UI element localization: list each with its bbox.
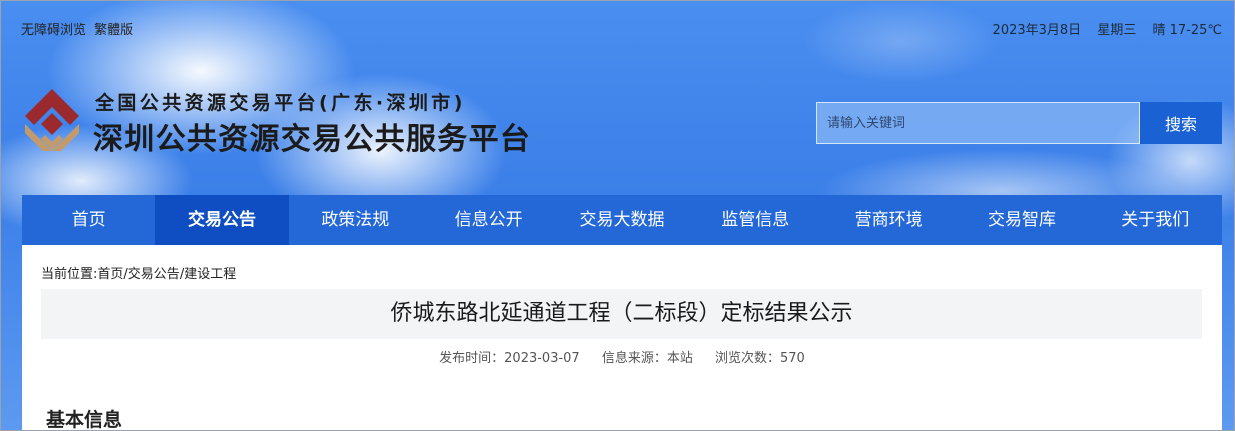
breadcrumb-trade-announcements[interactable]: 交易公告	[128, 267, 180, 282]
section-heading-basic-info: 基本信息	[46, 409, 123, 431]
nav-item-think-tank[interactable]: 交易智库	[955, 195, 1088, 245]
article-meta: 发布时间：2023-03-07 信息来源：本站 浏览次数：570	[22, 347, 1222, 366]
traditional-chinese-link[interactable]: 繁體版	[94, 23, 133, 38]
search-button[interactable]: 搜索	[1140, 102, 1222, 144]
nav-item-home[interactable]: 首页	[22, 195, 155, 245]
nav-item-about-us[interactable]: 关于我们	[1089, 195, 1222, 245]
nav-item-trade-announcements[interactable]: 交易公告	[155, 195, 289, 245]
breadcrumb: 当前位置:首页/交易公告/建设工程	[41, 267, 237, 282]
breadcrumb-home[interactable]: 首页	[97, 267, 123, 282]
platform-logo-icon	[25, 89, 79, 151]
top-bar: 无障碍浏览 繁體版 2023年3月8日 星期三 晴 17-25℃	[1, 1, 1234, 49]
nav-item-big-data[interactable]: 交易大数据	[555, 195, 688, 245]
brand-subtitle: 全国公共资源交易平台(广东·深圳市)	[95, 92, 466, 114]
weekday: 星期三	[1097, 23, 1137, 38]
info-source: 信息来源：本站	[601, 351, 693, 366]
main-content: 当前位置:首页/交易公告/建设工程 侨城东路北延通道工程（二标段）定标结果公示 …	[22, 245, 1222, 431]
article-title: 侨城东路北延通道工程（二标段）定标结果公示	[41, 289, 1202, 339]
main-navigation: 首页 交易公告 政策法规 信息公开 交易大数据 监管信息 营商环境 交易智库 关…	[22, 195, 1222, 245]
publish-time: 发布时间：2023-03-07	[439, 351, 580, 366]
nav-item-business-environment[interactable]: 营商环境	[822, 195, 955, 245]
breadcrumb-construction[interactable]: 建设工程	[184, 267, 236, 282]
page-frame: 无障碍浏览 繁體版 2023年3月8日 星期三 晴 17-25℃ 全国公共资源交…	[0, 0, 1235, 431]
breadcrumb-prefix: 当前位置:	[41, 267, 98, 282]
weather: 晴 17-25℃	[1152, 23, 1222, 38]
search-input[interactable]	[816, 102, 1140, 144]
view-count: 浏览次数：570	[715, 351, 805, 366]
accessibility-link[interactable]: 无障碍浏览	[21, 23, 86, 38]
nav-item-supervision[interactable]: 监管信息	[689, 195, 822, 245]
current-date: 2023年3月8日	[992, 23, 1082, 38]
brand-title[interactable]: 深圳公共资源交易公共服务平台	[93, 114, 531, 158]
nav-item-policies[interactable]: 政策法规	[289, 195, 422, 245]
nav-item-info-disclosure[interactable]: 信息公开	[422, 195, 555, 245]
